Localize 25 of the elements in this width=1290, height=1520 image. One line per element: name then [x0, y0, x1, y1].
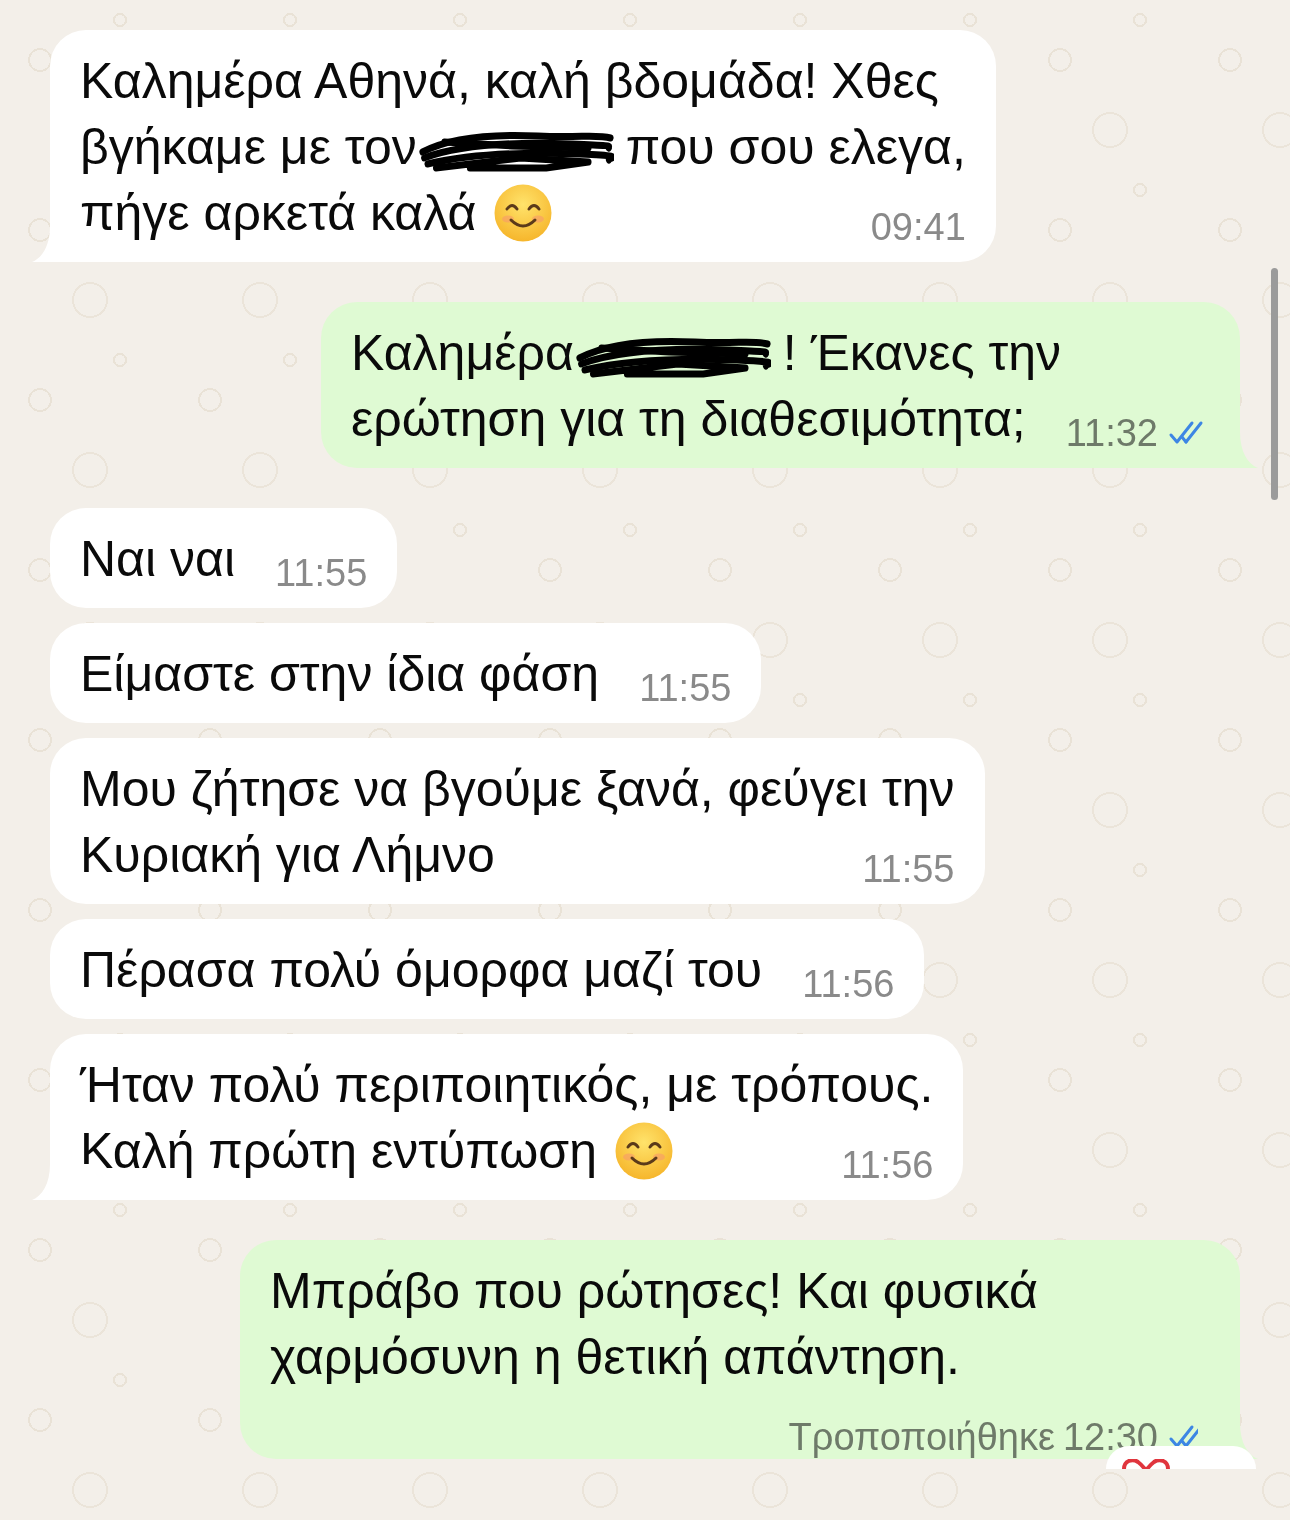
message-text: Κυριακή για Λήμνο: [80, 827, 495, 883]
message-text: πήγε αρκετά καλά: [80, 185, 477, 241]
message-text: Ήταν πολύ περιποιητικός, με τρόπους.: [80, 1057, 934, 1113]
message-time: 11:56: [802, 964, 895, 1004]
message-time: 11:55: [862, 849, 955, 889]
message-text: Μπράβο που ρώτησες! Και φυσικά: [270, 1263, 1038, 1319]
message-time: 11:32: [1065, 413, 1158, 453]
message-text: Καλή πρώτη εντύπωση: [80, 1123, 597, 1179]
message-text: Πέρασα πολύ όμορφα μαζί του: [80, 942, 763, 998]
message-text: χαρμόσυνη η θετική απάντηση.: [270, 1329, 960, 1385]
message-text: ! Έκανες την: [782, 325, 1061, 381]
message-text: Ναι ναι: [80, 531, 236, 587]
edited-label: Τροποποιήθηκε: [788, 1417, 1055, 1457]
message-text: ερώτηση για τη διαθεσιμότητα;: [350, 391, 1026, 447]
message-time: 11:56: [841, 1145, 934, 1185]
message-text: Είμαστε στην ίδια φάση: [80, 646, 600, 702]
message-text: Καλημέρα: [350, 325, 574, 381]
message-time: 09:41: [870, 207, 966, 247]
message-text: Μου ζήτησε να βγούμε ξανά, φεύγει την: [80, 761, 955, 817]
heart-icon: [1122, 1459, 1170, 1469]
message-text: βγήκαμε με τον: [80, 119, 417, 175]
message-text: που σου ελεγα,: [625, 119, 966, 175]
message-text: Καλημέρα Αθηνά, καλή βδομάδα! Χθες: [80, 53, 939, 109]
message-time: 11:55: [639, 668, 732, 708]
message-time: 11:55: [275, 553, 368, 593]
